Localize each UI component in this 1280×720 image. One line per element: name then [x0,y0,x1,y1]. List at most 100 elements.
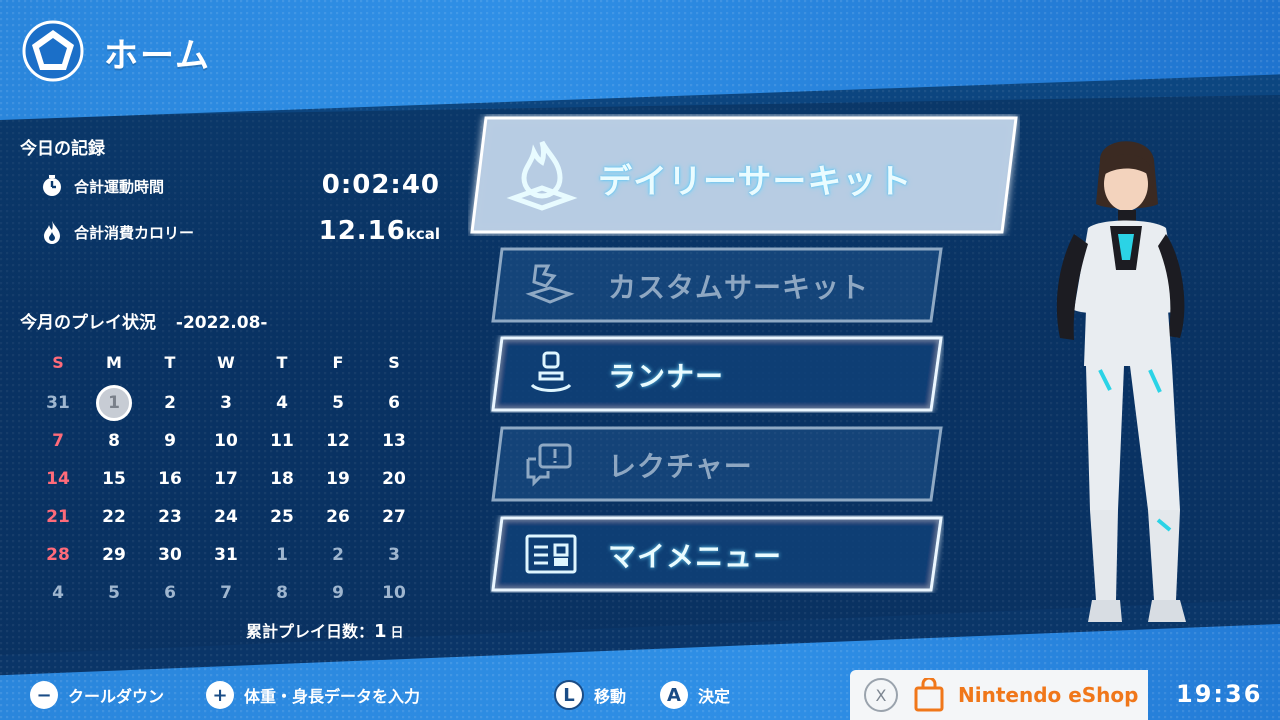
custom-circuit-button[interactable]: カスタムサーキット [490,246,944,324]
custom-circuit-icon [525,264,575,304]
confirm-label: 決定 [698,687,731,706]
calendar-day: 29 [102,545,126,565]
l-stick-icon: L [554,680,584,710]
calendar-day: 21 [46,507,70,527]
calendar-day: 5 [108,583,120,603]
calendar-week: 4 5 6 7 8 9 10 [30,574,422,612]
calendar: S M T W T F S 31 1 2 3 4 5 6 7 8 9 10 11… [30,350,422,612]
body-data-hint[interactable]: + 体重・身長データを入力 [206,678,420,712]
calendar-week: 31 1 2 3 4 5 6 [30,384,422,422]
x-button-icon: X [864,678,898,712]
calendar-day: 22 [102,507,126,527]
calories-unit: kcal [405,225,440,243]
today-record-title: 今日の記録 [20,139,105,159]
exercise-time-value: 0:02:40 [321,170,440,200]
pentagon-home-icon [22,20,84,82]
calendar-day: 9 [332,583,344,603]
calendar-day: 8 [108,431,120,451]
cooldown-hint[interactable]: − クールダウン [30,678,164,712]
id-card-icon [525,534,577,574]
calendar-day: 15 [102,469,126,489]
lecture-button[interactable]: レクチャー [490,425,944,503]
nintendo-eshop-button[interactable]: X Nintendo eShop [850,670,1148,720]
total-play-days: 累計プレイ日数：1 日 [246,618,404,642]
calendar-week: 28 29 30 31 1 2 3 [30,536,422,574]
weekday-mon: M [106,353,122,372]
calendar-day: 4 [276,393,288,413]
calendar-day: 11 [270,431,294,451]
calendar-week: 7 8 9 10 11 12 13 [30,422,422,460]
calendar-day: 6 [388,393,400,413]
calendar-day: 2 [164,393,176,413]
my-menu-button[interactable]: マイメニュー [490,515,944,593]
exercise-time-row: 合計運動時間 0:02:40 [40,170,440,204]
total-days-unit: 日 [390,626,404,641]
calendar-day: 19 [326,469,350,489]
calendar-day: 10 [382,583,406,603]
page-title: ホーム [104,36,211,76]
calendar-day-today: 1 [86,384,142,422]
runner-button[interactable]: ランナー [490,335,944,413]
calendar-day: 31 [214,545,238,565]
runner-label: ランナー [608,360,725,393]
calendar-day: 3 [388,545,400,565]
calendar-day: 2 [332,545,344,565]
total-days-label: 累計プレイ日数： [246,622,375,641]
body-data-label: 体重・身長データを入力 [244,687,421,706]
runner-character-image [1056,141,1186,622]
lecture-label: レクチャー [608,450,753,483]
calendar-day: 1 [276,545,288,565]
month-status-title: 今月のプレイ状況 -2022.08- [20,308,267,333]
calendar-day: 14 [46,469,70,489]
calendar-week: 14 15 16 17 18 19 20 [30,460,422,498]
calories-label: 合計消費カロリー [74,224,195,242]
move-hint: L 移動 [554,678,626,712]
minus-button-icon: − [30,681,58,709]
confirm-hint: A 決定 [660,678,730,712]
speech-bubble-icon [526,443,572,487]
flame-circuit-icon [506,140,578,211]
clock: 19:36 [1176,680,1263,708]
today-marker: 1 [96,385,132,421]
calories-row: 合計消費カロリー 12.16kcal [40,216,440,250]
a-button-icon: A [660,681,688,709]
calendar-day: 27 [382,507,406,527]
calendar-day: 12 [326,431,350,451]
calories-value: 12.16 [318,216,406,246]
exercise-time-label: 合計運動時間 [74,178,165,196]
weekday-sun: S [52,353,64,372]
calendar-day: 4 [52,583,64,603]
my-menu-label: マイメニュー [608,540,783,573]
calendar-day: 24 [214,507,238,527]
eshop-label: Nintendo eShop [958,683,1139,707]
calendar-day: 9 [164,431,176,451]
calendar-day: 20 [382,469,406,489]
weekday-wed: W [217,353,235,372]
calendar-day: 13 [382,431,406,451]
weekday-sat: S [388,353,400,372]
calendar-week: 21 22 23 24 25 26 27 [30,498,422,536]
calendar-day: 30 [158,545,182,565]
total-days-value: 1 [374,621,387,642]
daily-circuit-label: デイリーサーキット [598,162,913,202]
runner-icon [530,351,572,393]
daily-circuit-button[interactable]: デイリーサーキット [468,114,1020,236]
month-period: -2022.08- [175,313,268,333]
calendar-day: 17 [214,469,238,489]
plus-button-icon: + [206,681,234,709]
weekday-thu: T [276,353,288,372]
weekday-tue: T [164,353,176,372]
calendar-day: 28 [46,545,70,565]
calendar-day: 16 [158,469,182,489]
shopping-bag-icon [914,678,944,712]
flame-icon [44,221,60,244]
month-status-label: 今月のプレイ状況 [20,313,156,333]
calendar-day: 26 [326,507,350,527]
calendar-weekdays: S M T W T F S [30,350,422,376]
cooldown-label: クールダウン [68,687,165,706]
calendar-day: 31 [46,393,70,413]
calendar-day: 25 [270,507,294,527]
custom-circuit-label: カスタムサーキット [608,271,870,304]
weekday-fri: F [332,353,344,372]
calendar-day: 7 [52,431,64,451]
